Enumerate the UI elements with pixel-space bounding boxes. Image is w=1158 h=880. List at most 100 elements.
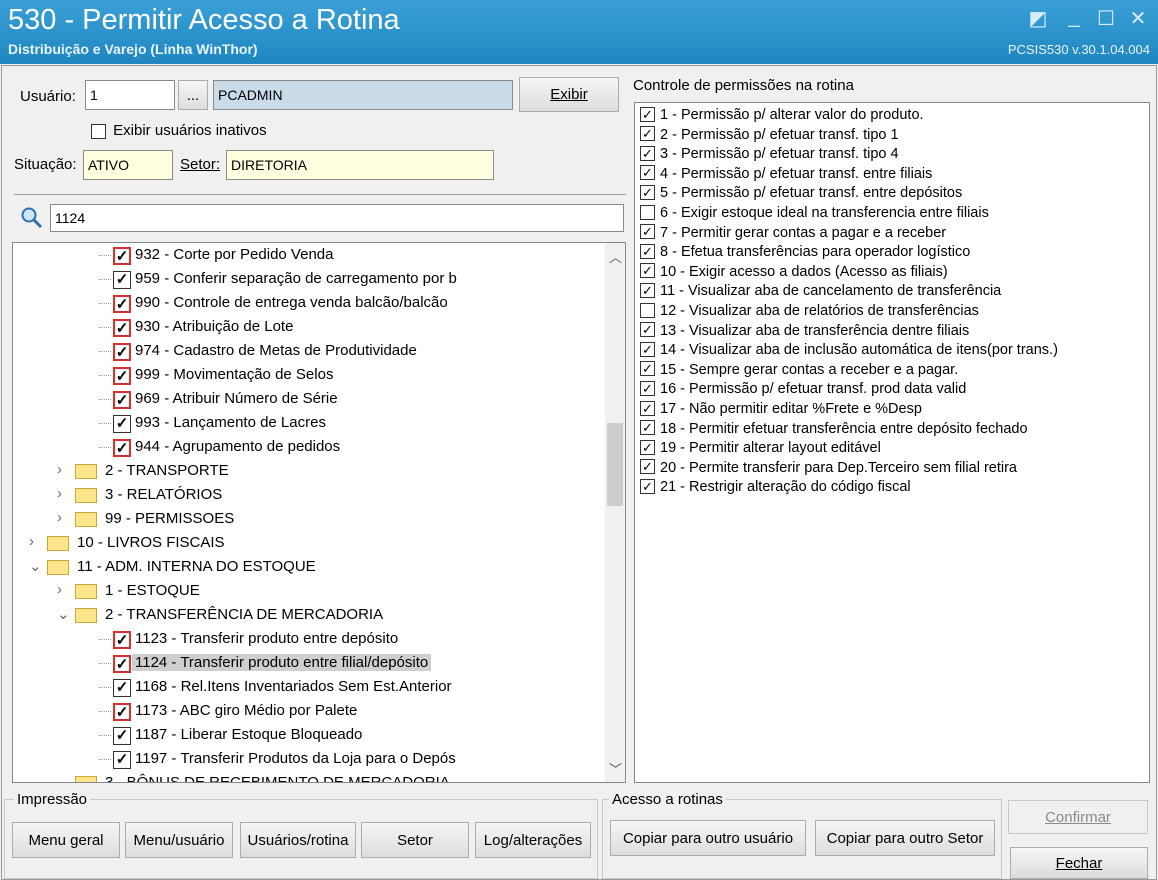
checkbox-icon[interactable]: ✓ bbox=[640, 479, 655, 495]
permission-item[interactable]: ✓ 10 - Exigir acesso a dados (Acesso as f… bbox=[640, 263, 948, 284]
checkbox-icon[interactable]: ✓ bbox=[640, 126, 655, 142]
permission-item[interactable]: ✓ 14 - Visualizar aba de inclusão automát… bbox=[640, 341, 1058, 362]
show-inactive-box[interactable] bbox=[91, 123, 106, 139]
checkbox-icon[interactable]: ✓ bbox=[640, 185, 655, 201]
checkbox-icon[interactable]: ✓ bbox=[640, 243, 655, 259]
permission-item[interactable]: ✓ 4 - Permissão p/ efetuar transf. entre … bbox=[640, 165, 932, 186]
tree-routine-item[interactable]: ✓ 944 - Agrupamento de pedidos bbox=[13, 435, 603, 459]
user-lookup-button[interactable]: ... bbox=[178, 80, 208, 110]
tree-routine-item[interactable]: ✓ 990 - Controle de entrega venda balcão/… bbox=[13, 291, 603, 315]
routine-tree[interactable]: ⌄ 3 - BÔNUS DE RECEBIMENTO DE MERCADORIA ✓… bbox=[12, 242, 626, 783]
checkbox-icon[interactable]: ✓ bbox=[640, 165, 655, 181]
tree-routine-item[interactable]: ✓ 969 - Atribuir Número de Série bbox=[13, 387, 603, 411]
checkbox-icon[interactable]: ✓ bbox=[113, 343, 131, 361]
permission-item[interactable]: ✓ 20 - Permite transferir para Dep.Tercei… bbox=[640, 459, 1017, 480]
checkbox-icon[interactable]: ✓ bbox=[640, 263, 655, 279]
tree-routine-item[interactable]: ✓ 930 - Atribuição de Lote bbox=[13, 315, 603, 339]
tree-routine-item[interactable]: ✓ 1187 - Liberar Estoque Bloqueado bbox=[13, 723, 603, 747]
maximize-icon[interactable]: ☐ bbox=[1094, 6, 1118, 31]
checkbox-icon[interactable]: ✓ bbox=[113, 247, 131, 265]
checkbox-icon[interactable]: ✓ bbox=[113, 751, 131, 769]
checkbox-icon[interactable]: ✓ bbox=[640, 341, 655, 357]
show-button[interactable]: Exibir bbox=[519, 77, 619, 112]
checkbox-icon[interactable]: ✓ bbox=[640, 439, 655, 455]
log-button[interactable]: Log/alterações bbox=[475, 822, 591, 858]
tree-routine-item[interactable]: ✓ 1197 - Transferir Produtos da Loja para… bbox=[13, 747, 603, 771]
permissions-list[interactable]: ✓ 1 - Permissão p/ alterar valor do produ… bbox=[634, 102, 1150, 783]
users-routine-button[interactable]: Usuários/rotina bbox=[240, 822, 356, 858]
checkbox-icon[interactable]: ✓ bbox=[113, 703, 131, 721]
checkbox-icon[interactable]: ✓ bbox=[113, 391, 131, 409]
checkbox-icon[interactable]: ✓ bbox=[113, 415, 131, 433]
tree-folder-item[interactable]: › 99 - PERMISSOES bbox=[13, 507, 603, 531]
tree-folder-item[interactable]: › 1 - ESTOQUE bbox=[13, 579, 603, 603]
tree-folder-item[interactable]: ⌄ 2 - TRANSFERÊNCIA DE MERCADORIA bbox=[13, 603, 603, 627]
checkbox-icon[interactable]: ✓ bbox=[640, 420, 655, 436]
checkbox-icon[interactable]: ✓ bbox=[113, 295, 131, 313]
chevron-down-icon[interactable]: ⌄ bbox=[57, 773, 70, 782]
close-button[interactable]: Fechar bbox=[1010, 847, 1148, 879]
chevron-down-icon[interactable]: ⌄ bbox=[29, 557, 42, 575]
checkbox-icon[interactable]: ✓ bbox=[640, 224, 655, 240]
chevron-right-icon[interactable]: › bbox=[57, 485, 62, 502]
checkbox-icon[interactable]: ✓ bbox=[640, 361, 655, 377]
scroll-up-icon[interactable]: ︿ bbox=[609, 247, 622, 266]
checkbox-icon[interactable]: ✓ bbox=[113, 679, 131, 697]
tree-folder-item[interactable]: ⌄ 3 - BÔNUS DE RECEBIMENTO DE MERCADORIA bbox=[13, 771, 603, 782]
tree-routine-item[interactable]: ✓ 1124 - Transferir produto entre filial/… bbox=[13, 651, 603, 675]
checkbox-icon[interactable]: ✓ bbox=[640, 145, 655, 161]
checkbox-icon[interactable]: ✓ bbox=[640, 322, 655, 338]
permission-item[interactable]: ✓ 2 - Permissão p/ efetuar transf. tipo 1 bbox=[640, 126, 899, 147]
checkbox-icon[interactable]: ✓ bbox=[640, 381, 655, 397]
checkbox-icon[interactable]: ✓ bbox=[113, 631, 131, 649]
tree-routine-item[interactable]: ✓ 993 - Lançamento de Lacres bbox=[13, 411, 603, 435]
chevron-down-icon[interactable]: ⌄ bbox=[57, 605, 70, 623]
copy-to-user-button[interactable]: Copiar para outro usuário bbox=[610, 820, 806, 856]
permission-item[interactable]: ✓ 15 - Sempre gerar contas a receber e a … bbox=[640, 361, 958, 382]
scroll-down-icon[interactable]: ﹀ bbox=[609, 759, 622, 778]
tree-routine-item[interactable]: ✓ 932 - Corte por Pedido Venda bbox=[13, 243, 603, 267]
tree-routine-item[interactable]: ✓ 1123 - Transferir produto entre depósit… bbox=[13, 627, 603, 651]
user-code-field[interactable]: 1 bbox=[85, 80, 175, 110]
chevron-right-icon[interactable]: › bbox=[57, 581, 62, 598]
checkbox-icon[interactable]: ✓ bbox=[113, 271, 131, 289]
permission-item[interactable]: ✓ 16 - Permissão p/ efetuar transf. prod … bbox=[640, 381, 966, 401]
permission-item[interactable]: ✓ 1 - Permissão p/ alterar valor do produ… bbox=[640, 106, 924, 127]
permission-item[interactable]: ✓ 5 - Permissão p/ efetuar transf. entre … bbox=[640, 185, 962, 205]
checkbox-icon[interactable] bbox=[640, 302, 655, 318]
tree-scrollbar[interactable]: ︿ ﹀ bbox=[605, 243, 625, 782]
scroll-thumb[interactable] bbox=[607, 423, 623, 506]
close-icon[interactable]: ✕ bbox=[1126, 6, 1150, 31]
checkbox-icon[interactable]: ✓ bbox=[640, 106, 655, 122]
search-input[interactable]: 1124 bbox=[50, 204, 624, 232]
tree-folder-item[interactable]: ⌄ 11 - ADM. INTERNA DO ESTOQUE bbox=[13, 555, 603, 579]
tree-routine-item[interactable]: ✓ 1168 - Rel.Itens Inventariados Sem Est.… bbox=[13, 675, 603, 699]
checkbox-icon[interactable]: ✓ bbox=[113, 439, 131, 457]
restore-icon[interactable]: ◩ bbox=[1026, 6, 1050, 31]
permission-item[interactable]: ✓ 3 - Permissão p/ efetuar transf. tipo 4 bbox=[640, 145, 899, 166]
permission-item[interactable]: ✓ 13 - Visualizar aba de transferência de… bbox=[640, 322, 969, 343]
checkbox-icon[interactable] bbox=[640, 204, 655, 220]
show-inactive-checkbox[interactable]: Exibir usuários inativos bbox=[91, 122, 267, 139]
minimize-icon[interactable]: _ bbox=[1062, 6, 1086, 29]
checkbox-icon[interactable]: ✓ bbox=[640, 400, 655, 416]
tree-folder-item[interactable]: › 2 - TRANSPORTE bbox=[13, 459, 603, 483]
chevron-right-icon[interactable]: › bbox=[57, 509, 62, 526]
confirm-button[interactable]: Confirmar bbox=[1008, 800, 1148, 834]
permission-item[interactable]: ✓ 11 - Visualizar aba de cancelamento de … bbox=[640, 283, 1001, 303]
permission-item[interactable]: 6 - Exigir estoque ideal na transferenci… bbox=[640, 204, 989, 225]
tree-routine-item[interactable]: ✓ 1173 - ABC giro Médio por Palete bbox=[13, 699, 603, 723]
tree-routine-item[interactable]: ✓ 974 - Cadastro de Metas de Produtividad… bbox=[13, 339, 603, 363]
checkbox-icon[interactable]: ✓ bbox=[113, 319, 131, 337]
permission-item[interactable]: ✓ 8 - Efetua transferências para operador… bbox=[640, 243, 970, 264]
permission-item[interactable]: 12 - Visualizar aba de relatórios de tra… bbox=[640, 302, 979, 323]
tree-routine-item[interactable]: ✓ 999 - Movimentação de Selos bbox=[13, 363, 603, 387]
checkbox-icon[interactable]: ✓ bbox=[640, 459, 655, 475]
tree-folder-item[interactable]: › 3 - RELATÓRIOS bbox=[13, 483, 603, 507]
checkbox-icon[interactable]: ✓ bbox=[113, 655, 131, 673]
permission-item[interactable]: ✓ 17 - Não permitir editar %Frete e %Desp bbox=[640, 400, 922, 421]
checkbox-icon[interactable]: ✓ bbox=[113, 367, 131, 385]
menu-general-button[interactable]: Menu geral bbox=[12, 822, 120, 858]
permission-item[interactable]: ✓ 18 - Permitir efetuar transferência ent… bbox=[640, 420, 1028, 441]
tree-folder-item[interactable]: › 10 - LIVROS FISCAIS bbox=[13, 531, 603, 555]
